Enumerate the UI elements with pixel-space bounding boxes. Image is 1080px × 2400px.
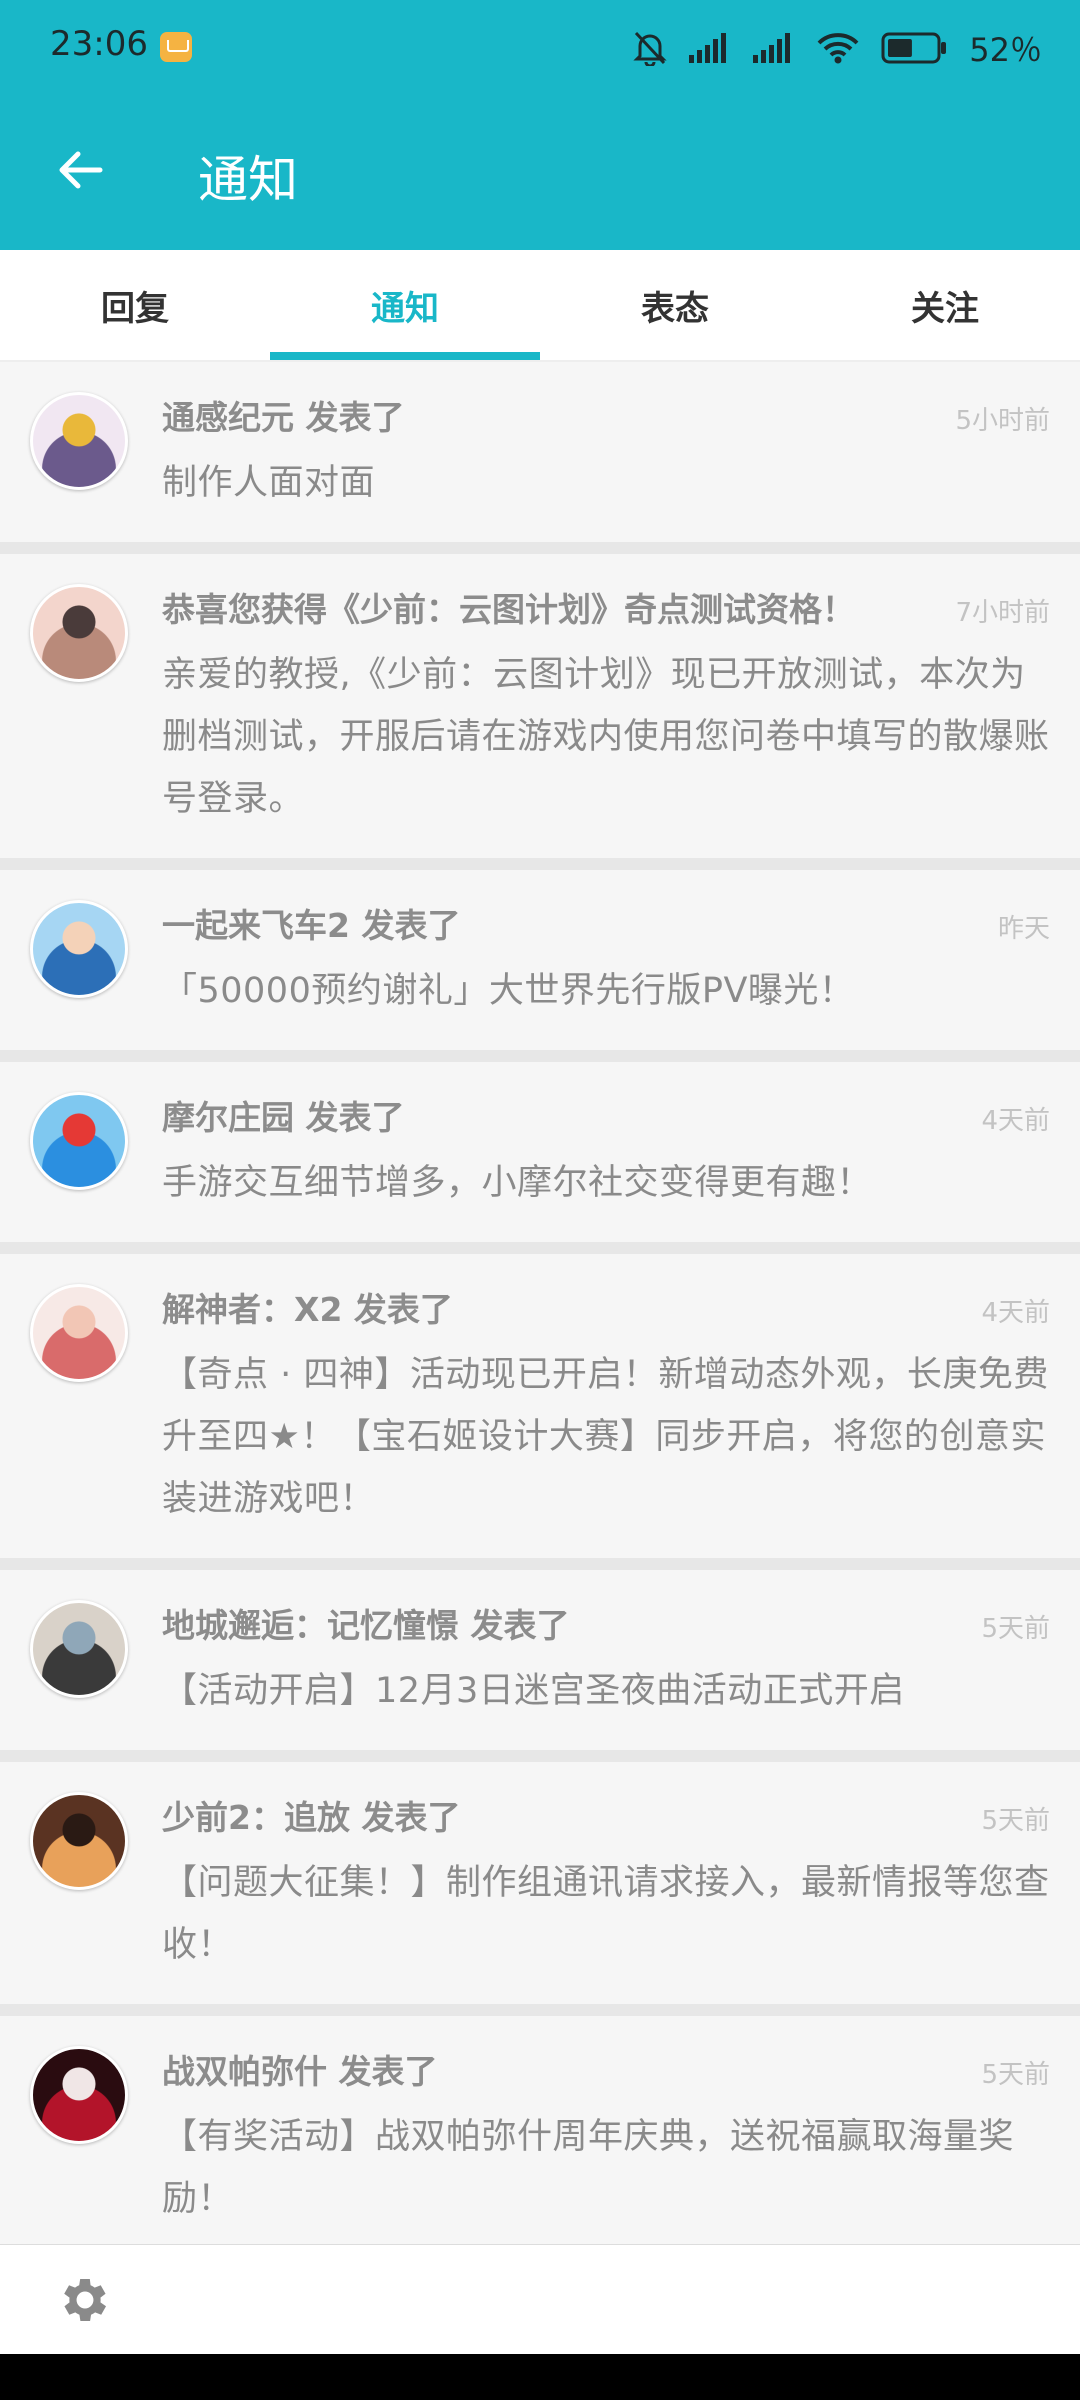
bell-off-icon	[633, 30, 667, 66]
item-title: 少前2：追放 发表了	[162, 1798, 461, 1837]
list-item[interactable]: 地城邂逅：记忆憧憬 发表了 5天前【活动开启】12月3日迷宫圣夜曲活动正式开启	[0, 1570, 1080, 1750]
list-item[interactable]: 摩尔庄园 发表了 4天前手游交互细节增多，小摩尔社交变得更有趣！	[0, 1062, 1080, 1242]
status-icons: 52％	[633, 26, 1042, 70]
item-body: 【有奖活动】战双帕弥什周年庆典，送祝福赢取海量奖励！	[162, 2117, 1015, 2219]
battery-percent: 52％	[969, 31, 1042, 69]
list-item[interactable]: 少前2：追放 发表了 5天前【问题大征集！】制作组通讯请求接入，最新情报等您查收！	[0, 1762, 1080, 2004]
list-item[interactable]: 一起来飞车2 发表了 昨天「50000预约谢礼」大世界先行版PV曝光！	[0, 870, 1080, 1050]
item-time: 7小时前	[955, 598, 1050, 628]
settings-button[interactable]	[56, 2271, 114, 2329]
item-body: 手游交互细节增多，小摩尔社交变得更有趣！	[162, 1163, 873, 1203]
avatar[interactable]	[30, 1092, 128, 1190]
back-button[interactable]	[40, 132, 120, 212]
item-time: 4天前	[981, 1106, 1050, 1136]
item-title: 摩尔庄园 发表了	[162, 1098, 405, 1137]
avatar[interactable]	[30, 900, 128, 998]
item-body: 【活动开启】12月3日迷宫圣夜曲活动正式开启	[162, 1671, 905, 1711]
avatar[interactable]	[30, 584, 128, 682]
item-title: 解神者：X2 发表了	[162, 1290, 453, 1329]
avatar[interactable]	[30, 1284, 128, 1382]
notification-list[interactable]: 通感纪元 发表了 5小时前制作人面对面恭喜您获得《少前：云图计划》奇点测试资格！ 7…	[0, 362, 1080, 2244]
item-title: 一起来飞车2 发表了	[162, 906, 461, 945]
item-time: 5小时前	[955, 406, 1050, 436]
tab-bar: 回复 通知 表态 关注	[0, 250, 1080, 360]
item-title: 恭喜您获得《少前：云图计划》奇点测试资格！	[162, 590, 855, 629]
app-bar: 通知	[0, 96, 1080, 250]
avatar[interactable]	[30, 1792, 128, 1890]
list-item[interactable]: 恭喜您获得《少前：云图计划》奇点测试资格！ 7小时前亲爱的教授,《少前：云图计划》…	[0, 554, 1080, 858]
status-time: 23:06	[50, 24, 148, 64]
bottom-bar	[0, 2244, 1080, 2355]
tab-1[interactable]: 通知	[270, 250, 540, 360]
gear-icon	[56, 2278, 114, 2333]
tab-3[interactable]: 关注	[810, 250, 1080, 360]
item-title: 战双帕弥什 发表了	[162, 2052, 438, 2091]
item-time: 5天前	[981, 1614, 1050, 1644]
battery-icon	[881, 32, 947, 64]
wifi-icon	[817, 32, 859, 64]
avatar[interactable]	[30, 392, 128, 490]
tab-0[interactable]: 回复	[0, 250, 270, 360]
item-body: 制作人面对面	[162, 463, 376, 503]
item-body: 「50000预约谢礼」大世界先行版PV曝光！	[162, 971, 855, 1011]
list-item[interactable]: 战双帕弥什 发表了 5天前【有奖活动】战双帕弥什周年庆典，送祝福赢取海量奖励！	[0, 2016, 1080, 2244]
arrow-left-icon	[56, 150, 104, 194]
item-time: 昨天	[997, 914, 1050, 944]
signal-icon	[753, 33, 795, 63]
list-item[interactable]: 解神者：X2 发表了 4天前【奇点 · 四神】活动现已开启！新增动态外观，长庚免费…	[0, 1254, 1080, 1558]
avatar[interactable]	[30, 2046, 128, 2144]
signal-icon	[689, 33, 731, 63]
status-bar: 23:06 52％	[0, 0, 1080, 96]
item-body: 【问题大征集！】制作组通讯请求接入，最新情报等您查收！	[162, 1863, 1050, 1965]
item-title: 通感纪元 发表了	[162, 398, 405, 437]
page-title: 通知	[198, 151, 298, 209]
item-body: 亲爱的教授,《少前：云图计划》现已开放测试，本次为删档测试，开服后请在游戏内使用…	[162, 655, 1050, 819]
item-body: 【奇点 · 四神】活动现已开启！新增动态外观，长庚免费升至四★！【宝石姬设计大赛…	[162, 1355, 1049, 1519]
system-nav-bar	[0, 2354, 1080, 2400]
item-title: 地城邂逅：记忆憧憬 发表了	[162, 1606, 570, 1645]
list-item[interactable]: 通感纪元 发表了 5小时前制作人面对面	[0, 362, 1080, 542]
item-time: 4天前	[981, 1298, 1050, 1328]
item-time: 5天前	[981, 2060, 1050, 2090]
avatar[interactable]	[30, 1600, 128, 1698]
mail-icon	[160, 32, 192, 62]
item-time: 5天前	[981, 1806, 1050, 1836]
tab-2[interactable]: 表态	[540, 250, 810, 360]
